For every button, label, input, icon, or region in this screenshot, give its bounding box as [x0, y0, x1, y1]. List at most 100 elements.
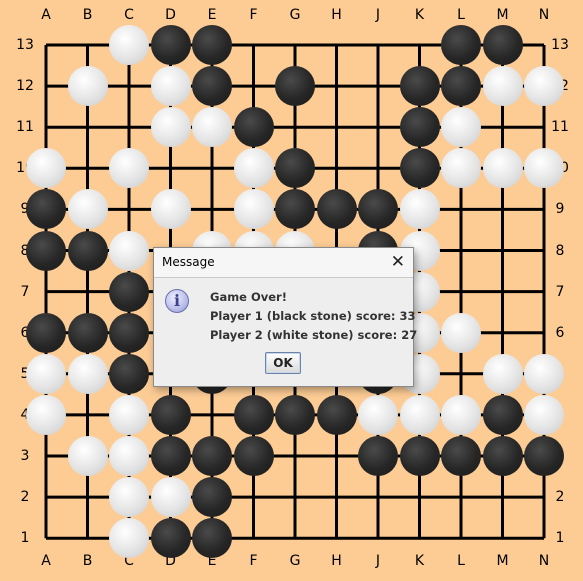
row-label-left: 7 — [20, 283, 30, 300]
black-stone — [192, 25, 232, 65]
black-stone — [524, 436, 564, 476]
white-stone — [150, 189, 191, 230]
white-stone — [150, 66, 191, 107]
column-label-bottom: G — [289, 553, 301, 569]
black-stone — [399, 436, 440, 476]
black-stone — [150, 518, 191, 559]
column-label-bottom: B — [82, 553, 93, 569]
white-stone — [109, 230, 149, 271]
black-stone — [441, 436, 481, 476]
row-label-left: 3 — [20, 448, 30, 464]
row-label-right: 6 — [555, 324, 565, 341]
black-stone — [399, 66, 440, 107]
white-stone — [109, 477, 149, 518]
white-stone — [26, 353, 66, 394]
white-stone — [524, 394, 564, 435]
black-stone — [482, 436, 523, 476]
row-label-left: 11 — [16, 119, 34, 136]
white-stone — [358, 394, 398, 435]
row-label-right: 8 — [555, 242, 565, 259]
column-label-top: F — [249, 7, 258, 23]
white-stone — [399, 189, 440, 230]
white-stone — [482, 66, 523, 107]
row-label-right: 9 — [555, 201, 565, 218]
column-label-top: G — [289, 7, 301, 23]
black-stone — [233, 107, 274, 148]
black-stone — [192, 436, 232, 476]
column-label-top: L — [457, 7, 465, 23]
white-stone — [109, 394, 149, 435]
white-stone — [109, 518, 149, 559]
black-stone — [192, 66, 232, 107]
ok-button[interactable]: OK — [265, 352, 301, 374]
black-stone — [399, 148, 440, 189]
black-stone — [67, 312, 108, 353]
black-stone — [358, 436, 398, 476]
black-stone — [109, 271, 149, 312]
player1-score: Player 1 (black stone) score: 33 — [210, 309, 416, 323]
black-stone — [26, 230, 66, 271]
dialog-title: Message — [162, 255, 215, 269]
white-stone — [150, 107, 191, 148]
white-stone — [233, 148, 274, 189]
black-stone — [109, 312, 149, 353]
column-label-bottom: M — [496, 553, 509, 569]
column-label-bottom: H — [331, 553, 342, 569]
white-stone — [524, 353, 564, 394]
column-label-top: H — [331, 7, 342, 23]
row-label-left: 13 — [16, 37, 34, 53]
row-label-right: 11 — [551, 119, 569, 136]
black-stone — [150, 394, 191, 435]
dialog-titlebar[interactable]: Message ✕ — [154, 248, 413, 278]
message-dialog: Message ✕ i Game Over! Player 1 (black s… — [153, 247, 418, 387]
column-label-top: E — [207, 7, 217, 23]
black-stone — [441, 25, 481, 65]
close-icon[interactable]: ✕ — [391, 252, 405, 272]
black-stone — [399, 107, 440, 148]
white-stone — [67, 436, 108, 476]
white-stone — [441, 107, 481, 148]
white-stone — [150, 477, 191, 518]
column-label-bottom: K — [414, 553, 425, 569]
player2-score: Player 2 (white stone) score: 27 — [210, 328, 418, 342]
black-stone — [233, 394, 274, 435]
black-stone — [150, 25, 191, 65]
black-stone — [316, 394, 357, 435]
black-stone — [192, 518, 232, 559]
black-stone — [316, 189, 357, 230]
black-stone — [482, 394, 523, 435]
row-label-left: 12 — [16, 78, 34, 95]
column-label-top: K — [414, 7, 425, 23]
column-label-bottom: J — [375, 553, 381, 569]
white-stone — [67, 189, 108, 230]
white-stone — [109, 25, 149, 65]
black-stone — [275, 394, 315, 435]
column-label-bottom: L — [457, 553, 465, 569]
black-stone — [482, 25, 523, 65]
column-label-top: J — [375, 7, 381, 23]
column-label-bottom: F — [249, 553, 258, 569]
white-stone — [524, 66, 564, 107]
white-stone — [109, 436, 149, 476]
white-stone — [482, 148, 523, 189]
column-label-top: B — [82, 7, 93, 23]
column-label-bottom: N — [538, 553, 550, 569]
column-label-top: C — [124, 7, 134, 23]
black-stone — [233, 436, 274, 476]
row-label-left: 1 — [20, 530, 30, 547]
black-stone — [26, 312, 66, 353]
column-label-top: N — [538, 7, 550, 23]
row-label-right: 7 — [555, 283, 565, 300]
info-icon: i — [165, 289, 189, 313]
column-label-top: A — [41, 7, 51, 23]
white-stone — [67, 66, 108, 107]
row-label-right: 1 — [555, 530, 565, 547]
white-stone — [441, 312, 481, 353]
white-stone — [399, 394, 440, 435]
white-stone — [26, 394, 66, 435]
white-stone — [441, 394, 481, 435]
black-stone — [109, 353, 149, 394]
row-label-right: 2 — [555, 489, 565, 506]
row-label-left: 2 — [20, 489, 30, 506]
black-stone — [441, 66, 481, 107]
